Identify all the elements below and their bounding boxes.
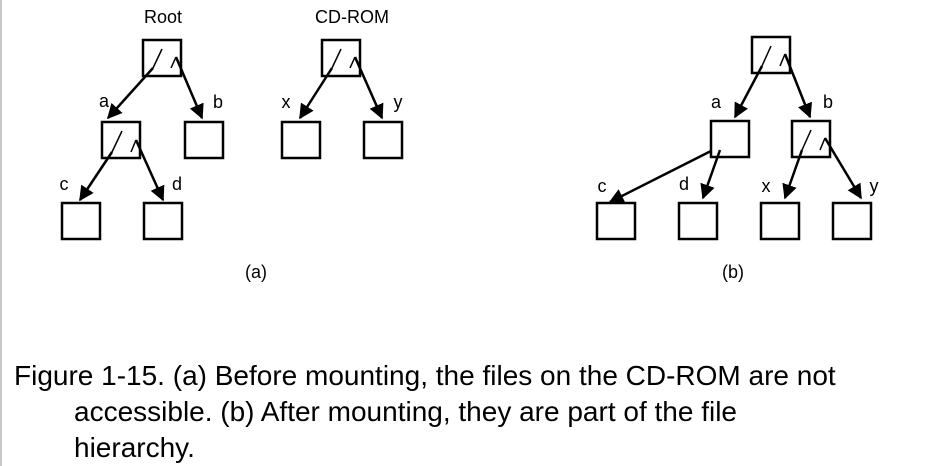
edge-label-y: y — [870, 176, 879, 196]
panel-a: Root CD-ROM a b c d x y (a) — [60, 7, 404, 282]
edge-a-c — [608, 149, 712, 204]
file-c-node — [60, 201, 102, 241]
caption-line-3: hierarchy. — [74, 432, 195, 463]
edge-cdrom-x — [298, 67, 334, 120]
file-y-node — [362, 120, 404, 160]
edge-a-d — [134, 139, 165, 202]
panel-a-label: (a) — [245, 262, 267, 282]
edge-label-d: d — [679, 174, 689, 194]
cdrom-title: CD-ROM — [315, 7, 389, 27]
edge-label-x: x — [282, 92, 291, 112]
file-x-node — [280, 120, 322, 160]
edge-label-c: c — [60, 174, 69, 194]
edge-root-b — [174, 56, 204, 120]
edge-label-x: x — [762, 176, 771, 196]
file-x-node — [759, 201, 801, 241]
file-d-node — [677, 201, 719, 241]
edge-label-a: a — [99, 91, 110, 111]
edge-label-y: y — [394, 92, 403, 112]
file-system-diagram: Root CD-ROM a b c d x y (a) a b c d x y … — [60, 7, 879, 282]
file-y-node — [831, 201, 873, 241]
file-b-node — [183, 120, 225, 160]
edge-b-y — [823, 137, 863, 200]
edge-label-b: b — [213, 92, 223, 112]
edge-label-d: d — [172, 174, 182, 194]
edge-label-b: b — [823, 92, 833, 112]
panel-b-label: (b) — [722, 262, 744, 282]
root-title: Root — [144, 7, 182, 27]
edge-label-a: a — [711, 92, 722, 112]
edge-a-c — [78, 151, 114, 202]
edge-label-c: c — [598, 176, 607, 196]
caption-line-1: Figure 1-15. (a) Before mounting, the fi… — [14, 360, 836, 391]
figure-caption: Figure 1-15. (a) Before mounting, the fi… — [14, 358, 926, 466]
file-d-node — [142, 201, 184, 241]
edge-root-a — [733, 65, 764, 119]
caption-line-2: accessible. (b) After mounting, they are… — [74, 396, 738, 427]
edge-cdrom-y — [353, 56, 384, 120]
directory-a-node — [709, 119, 751, 159]
panel-b: a b c d x y (b) — [595, 35, 879, 282]
edge-root-b — [783, 53, 812, 119]
directory-a-node — [100, 120, 142, 160]
edge-root-a — [106, 67, 154, 120]
file-c-node — [595, 201, 637, 241]
